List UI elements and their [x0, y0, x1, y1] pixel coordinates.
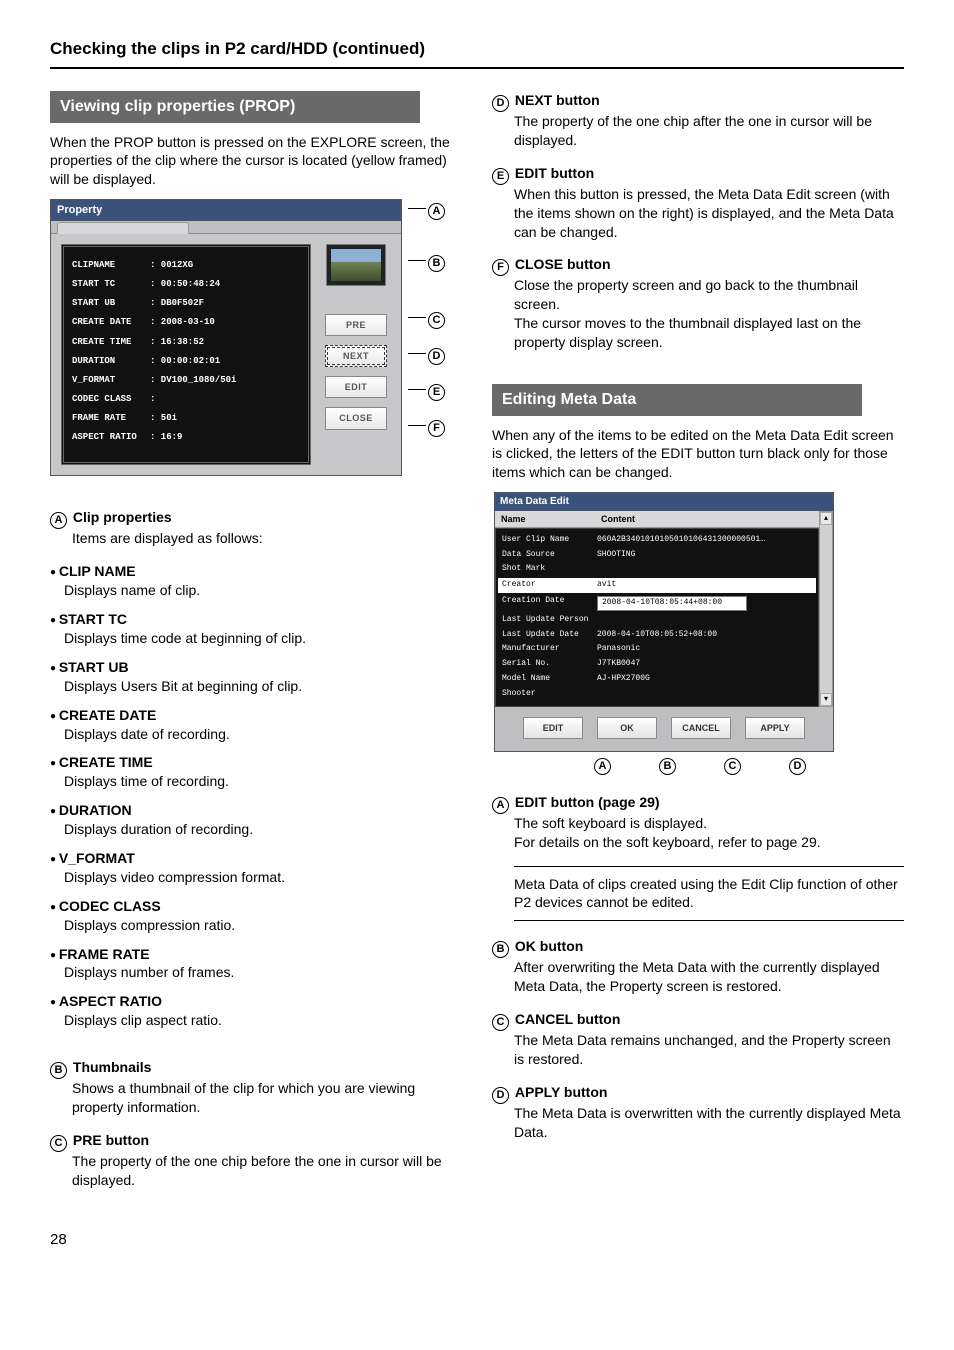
meta-row: Last Update Person [502, 613, 812, 628]
meta-row[interactable]: Creation Date2008-04-10T08:05:44+08:00 [502, 594, 812, 613]
meta-row: Last Update Date2008-04-10T08:05:52+08:0… [502, 628, 812, 643]
meta-row: User Clip Name060A2B34010101050101064313… [502, 533, 812, 548]
meta-edit-desc1: The soft keyboard is displayed. [492, 814, 904, 833]
meta-row: Model NameAJ-HPX2700G [502, 672, 812, 687]
close-button-label: CLOSE button [515, 256, 611, 272]
property-item: CREATE TIMEDisplays time of recording. [50, 753, 462, 791]
edit-button-label: EDIT button [515, 165, 594, 181]
meta-cancel-label: CANCEL button [515, 1011, 621, 1027]
property-row: FRAME RATE: 50i [72, 412, 300, 424]
property-row: CLIPNAME: 0012XG [72, 259, 300, 271]
title-rule [50, 67, 904, 69]
edit-button[interactable]: EDIT [325, 376, 387, 398]
property-item: START UBDisplays Users Bit at beginning … [50, 658, 462, 696]
next-button[interactable]: NEXT [325, 345, 387, 367]
section-viewing-properties: Viewing clip properties (PROP) [50, 91, 420, 123]
close-button[interactable]: CLOSE [325, 407, 387, 429]
property-row: START TC: 00:50:48:24 [72, 278, 300, 290]
page-number: 28 [50, 1230, 904, 1250]
property-item: CLIP NAMEDisplays name of clip. [50, 562, 462, 600]
editing-intro: When any of the items to be edited on th… [492, 426, 904, 483]
property-item: START TCDisplays time code at beginning … [50, 610, 462, 648]
section-editing-meta-data: Editing Meta Data [492, 384, 862, 416]
meta-ok-button[interactable]: OK [597, 717, 657, 739]
property-item: CODEC CLASSDisplays compression ratio. [50, 897, 462, 935]
meta-edit-label: EDIT button (page 29) [515, 794, 660, 810]
meta-dialog-title: Meta Data Edit [495, 493, 833, 511]
scroll-up-icon[interactable]: ▴ [820, 512, 832, 525]
close-button-desc1: Close the property screen and go back to… [492, 276, 904, 314]
meta-row: Serial No.J7TKB0047 [502, 657, 812, 672]
meta-row[interactable]: Creatoravit [498, 578, 816, 593]
callout-c-icon: C [50, 1135, 67, 1152]
scroll-down-icon[interactable]: ▾ [820, 693, 832, 706]
property-item: DURATIONDisplays duration of recording. [50, 801, 462, 839]
meta-ok-label: OK button [515, 938, 583, 954]
clip-thumbnail [326, 244, 386, 286]
property-item: V_FORMATDisplays video compression forma… [50, 849, 462, 887]
meta-ok-desc: After overwriting the Meta Data with the… [492, 958, 904, 996]
intro-text: When the PROP button is pressed on the E… [50, 133, 462, 190]
property-item: ASPECT RATIODisplays clip aspect ratio. [50, 992, 462, 1030]
pre-button[interactable]: PRE [325, 314, 387, 336]
callout-b2-icon: B [492, 941, 509, 958]
meta-edit-button[interactable]: EDIT [523, 717, 583, 739]
pre-button-desc: The property of the one chip before the … [50, 1152, 462, 1190]
meta-row: Shooter [502, 687, 812, 702]
callout-a-icon: A [50, 512, 67, 529]
meta-header: Name Content [495, 511, 819, 528]
pre-button-label: PRE button [73, 1132, 149, 1148]
callout-f-icon: F [492, 259, 509, 276]
property-item: CREATE DATEDisplays date of recording. [50, 706, 462, 744]
callout-d-icon: D [492, 95, 509, 112]
meta-data-list: User Clip Name060A2B34010101050101064313… [495, 528, 819, 707]
property-row: START UB: DB0F502F [72, 297, 300, 309]
thumbnails-label: Thumbnails [73, 1059, 152, 1075]
callout-a2-icon: A [492, 797, 509, 814]
next-button-label: NEXT button [515, 92, 600, 108]
property-dialog: Property CLIPNAME: 0012XG START TC: 00:50… [50, 199, 402, 476]
property-row: V_FORMAT: DV100_1080/50i [72, 374, 300, 386]
property-dialog-title: Property [51, 200, 401, 221]
scrollbar[interactable]: ▴ ▾ [819, 511, 833, 707]
meta-row: Data SourceSHOOTING [502, 548, 812, 563]
clip-properties-desc: Items are displayed as follows: [50, 529, 462, 548]
property-row: ASPECT RATIO: 16:9 [72, 431, 300, 443]
property-dialog-tabbar [51, 221, 401, 234]
meta-cancel-desc: The Meta Data remains unchanged, and the… [492, 1031, 904, 1069]
property-fields: CLIPNAME: 0012XG START TC: 00:50:48:24 STA… [61, 244, 311, 465]
property-row: DURATION: 00:00:02:01 [72, 355, 300, 367]
page-title: Checking the clips in P2 card/HDD (conti… [50, 38, 904, 61]
meta-edit-desc2: For details on the soft keyboard, refer … [492, 833, 904, 852]
clip-properties-label: Clip properties [73, 509, 172, 525]
edit-button-desc: When this button is pressed, the Meta Da… [492, 185, 904, 242]
thumbnails-desc: Shows a thumbnail of the clip for which … [50, 1079, 462, 1117]
meta-button-callouts: A B C D [498, 758, 904, 775]
next-button-desc: The property of the one chip after the o… [492, 112, 904, 150]
close-button-desc2: The cursor moves to the thumbnail displa… [492, 314, 904, 352]
meta-apply-button[interactable]: APPLY [745, 717, 805, 739]
callout-d2-icon: D [492, 1087, 509, 1104]
property-row: CREATE DATE: 2008-03-10 [72, 316, 300, 328]
property-row: CREATE TIME: 16:38:52 [72, 336, 300, 348]
callout-c2-icon: C [492, 1014, 509, 1031]
meta-cancel-button[interactable]: CANCEL [671, 717, 731, 739]
meta-apply-label: APPLY button [515, 1084, 608, 1100]
callout-e-icon: E [492, 168, 509, 185]
meta-row: ManufacturerPanasonic [502, 642, 812, 657]
note-box: Meta Data of clips created using the Edi… [514, 866, 904, 922]
meta-data-edit-dialog: Meta Data Edit Name Content User Clip Na… [494, 492, 834, 752]
property-row: CODEC CLASS: [72, 393, 300, 405]
meta-row: Shot Mark [502, 562, 812, 577]
meta-apply-desc: The Meta Data is overwritten with the cu… [492, 1104, 904, 1142]
callout-b-icon: B [50, 1062, 67, 1079]
property-item: FRAME RATEDisplays number of frames. [50, 945, 462, 983]
